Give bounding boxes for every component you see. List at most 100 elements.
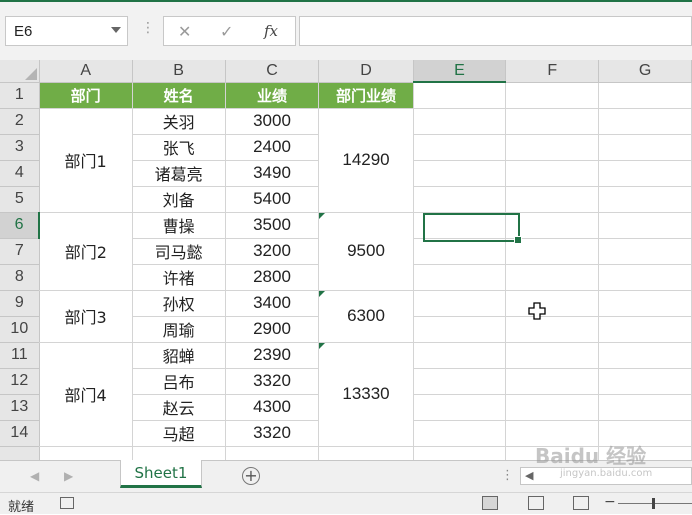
chevron-down-icon[interactable]: [111, 27, 121, 33]
cell[interactable]: [598, 394, 692, 421]
scroll-left-icon[interactable]: ◀: [525, 469, 533, 482]
cell[interactable]: [505, 134, 600, 161]
row-header-6[interactable]: 6: [0, 212, 41, 239]
zoom-slider-thumb[interactable]: [652, 498, 655, 509]
tab-split-grip[interactable]: ⋮: [501, 468, 514, 483]
cell[interactable]: [505, 316, 600, 343]
column-header-b[interactable]: B: [132, 60, 226, 83]
column-header-f[interactable]: F: [505, 60, 600, 83]
column-header-g[interactable]: G: [598, 60, 692, 83]
row-header-1[interactable]: 1: [0, 82, 40, 109]
cell[interactable]: [413, 420, 507, 447]
score-cell[interactable]: 3320: [225, 420, 320, 447]
cancel-icon[interactable]: ✕: [178, 22, 191, 41]
cell[interactable]: [132, 446, 226, 460]
row-header-9[interactable]: 9: [0, 290, 40, 317]
cell[interactable]: [598, 316, 692, 343]
cell[interactable]: [413, 316, 507, 343]
cell[interactable]: [318, 446, 414, 460]
score-cell[interactable]: 3320: [225, 368, 320, 395]
dept-total-cell[interactable]: 9500: [318, 212, 414, 291]
name-cell[interactable]: 诸葛亮: [132, 160, 226, 187]
cell[interactable]: [598, 264, 692, 291]
selected-cell-e6[interactable]: [413, 212, 507, 239]
cell[interactable]: [413, 82, 507, 109]
score-cell[interactable]: 3500: [225, 212, 320, 239]
cell[interactable]: [413, 446, 507, 460]
formula-input[interactable]: [299, 16, 692, 46]
cell[interactable]: [413, 290, 507, 317]
cell[interactable]: [598, 108, 692, 135]
name-cell[interactable]: 刘备: [132, 186, 226, 213]
name-cell[interactable]: 周瑜: [132, 316, 226, 343]
score-cell[interactable]: 2900: [225, 316, 320, 343]
column-header-e[interactable]: E: [413, 60, 507, 83]
scroll-tabs-right-icon[interactable]: ▶: [64, 469, 73, 483]
score-cell[interactable]: 3200: [225, 238, 320, 265]
cell[interactable]: [598, 342, 692, 369]
row-header-3[interactable]: 3: [0, 134, 40, 161]
enter-icon[interactable]: ✓: [220, 22, 233, 41]
cell[interactable]: [413, 134, 507, 161]
insert-function-icon[interactable]: fx: [264, 22, 278, 40]
column-header-c[interactable]: C: [225, 60, 320, 83]
zoom-out-icon[interactable]: −: [604, 494, 616, 510]
name-cell[interactable]: 张飞: [132, 134, 226, 161]
macro-record-icon[interactable]: [60, 497, 74, 509]
cell[interactable]: [39, 446, 133, 460]
score-cell[interactable]: 2400: [225, 134, 320, 161]
row-header-8[interactable]: 8: [0, 264, 40, 291]
column-header-a[interactable]: A: [39, 60, 133, 83]
score-cell[interactable]: 2800: [225, 264, 320, 291]
header-cell-dept[interactable]: 部门: [39, 82, 133, 109]
name-cell[interactable]: 赵云: [132, 394, 226, 421]
cell[interactable]: [413, 108, 507, 135]
cell[interactable]: [505, 186, 600, 213]
cell[interactable]: [598, 160, 692, 187]
cell[interactable]: [598, 238, 692, 265]
name-cell[interactable]: 孙权: [132, 290, 226, 317]
row-header-12[interactable]: 12: [0, 368, 40, 395]
dept-cell[interactable]: 部门2: [39, 212, 133, 291]
row-header-11[interactable]: 11: [0, 342, 40, 369]
sheet-tab-sheet1[interactable]: Sheet1: [120, 460, 202, 488]
cell[interactable]: [413, 368, 507, 395]
name-cell[interactable]: 关羽: [132, 108, 226, 135]
cell[interactable]: [505, 394, 600, 421]
header-cell-dept-total[interactable]: 部门业绩: [318, 82, 414, 109]
cell[interactable]: [413, 160, 507, 187]
score-cell[interactable]: 4300: [225, 394, 320, 421]
cell[interactable]: [598, 134, 692, 161]
name-cell[interactable]: 马超: [132, 420, 226, 447]
score-cell[interactable]: 3490: [225, 160, 320, 187]
name-cell[interactable]: 貂蝉: [132, 342, 226, 369]
name-cell[interactable]: 吕布: [132, 368, 226, 395]
plus-circle-icon[interactable]: +: [242, 467, 260, 485]
header-cell-name[interactable]: 姓名: [132, 82, 226, 109]
dept-total-cell[interactable]: 14290: [318, 108, 414, 213]
cell[interactable]: [413, 238, 507, 265]
score-cell[interactable]: 3400: [225, 290, 320, 317]
cell[interactable]: [505, 264, 600, 291]
row-header-10[interactable]: 10: [0, 316, 40, 343]
scroll-tabs-left-icon[interactable]: ◀: [30, 469, 39, 483]
cell[interactable]: [598, 290, 692, 317]
score-cell[interactable]: 3000: [225, 108, 320, 135]
score-cell[interactable]: 2390: [225, 342, 320, 369]
cell[interactable]: [598, 82, 692, 109]
name-cell[interactable]: 许褚: [132, 264, 226, 291]
cell[interactable]: [505, 342, 600, 369]
row-header-5[interactable]: 5: [0, 186, 40, 213]
dept-cell[interactable]: 部门1: [39, 108, 133, 213]
score-cell[interactable]: 5400: [225, 186, 320, 213]
cell[interactable]: [598, 368, 692, 395]
cell[interactable]: [505, 160, 600, 187]
cell[interactable]: [505, 108, 600, 135]
page-break-view-icon[interactable]: [573, 496, 589, 510]
cell[interactable]: [505, 212, 600, 239]
select-all-corner[interactable]: [0, 60, 40, 83]
row-header-14[interactable]: 14: [0, 420, 40, 447]
row-header-13[interactable]: 13: [0, 394, 40, 421]
dept-cell[interactable]: 部门4: [39, 342, 133, 447]
row-header-7[interactable]: 7: [0, 238, 40, 265]
